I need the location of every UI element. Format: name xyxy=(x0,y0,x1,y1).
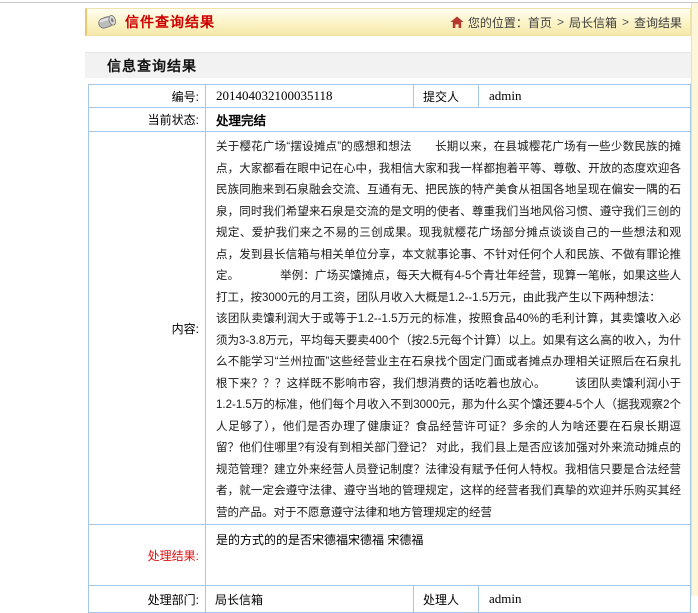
result-label: 处理结果: xyxy=(89,525,206,586)
mail-icon xyxy=(95,10,119,34)
result-value: 是的方式的的是否宋德福宋德福 宋德福 xyxy=(206,525,691,586)
page-edge-strip xyxy=(691,3,698,596)
content-paragraph-2: 该团队卖馕利润大于或等于1.2--1.5万元的标准，按照食品40%的毛利计算，其… xyxy=(216,309,681,524)
breadcrumb-current: 查询结果 xyxy=(634,14,682,31)
number-label: 编号: xyxy=(89,85,206,108)
breadcrumb-prefix: 您的位置： xyxy=(468,14,528,31)
handler-label: 处理人 xyxy=(414,586,479,613)
content-paragraph-1: 关于樱花广场“摆设摊点”的感想和想法 长期以来，在县城樱花广场有一些少数民族的摊… xyxy=(216,137,681,309)
breadcrumb-home[interactable]: 首页 xyxy=(528,14,552,31)
breadcrumb-separator: > xyxy=(622,15,629,29)
handler-value: admin xyxy=(479,586,691,613)
status-value: 处理完结 xyxy=(206,108,691,132)
content-column: 信件查询结果 您的位置： 首页 > 局长信箱 > 查询结果 信息查询结果 编号:… xyxy=(85,8,691,613)
table-row-result: 处理结果: 是的方式的的是否宋德福宋德福 宋德福 xyxy=(89,525,691,586)
section-title-bar: 信息查询结果 xyxy=(85,52,691,78)
table-row-department: 处理部门: 局长信箱 处理人 admin xyxy=(89,586,691,613)
table-row-number: 编号: 201404032100035118 提交人 admin xyxy=(89,85,691,108)
section-title: 信息查询结果 xyxy=(107,58,197,74)
department-label: 处理部门: xyxy=(89,586,206,613)
content-cell: 关于樱花广场“摆设摊点”的感想和想法 长期以来，在县城樱花广场有一些少数民族的摊… xyxy=(206,132,691,525)
department-value: 局长信箱 xyxy=(206,586,414,613)
header-bar: 信件查询结果 您的位置： 首页 > 局长信箱 > 查询结果 xyxy=(85,8,691,36)
table-row-content: 内容: 关于樱花广场“摆设摊点”的感想和想法 长期以来，在县城樱花广场有一些少数… xyxy=(89,132,691,525)
submitter-label: 提交人 xyxy=(414,85,479,108)
result-table: 编号: 201404032100035118 提交人 admin 当前状态: 处… xyxy=(88,84,691,613)
top-divider xyxy=(0,2,698,3)
breadcrumb-separator: > xyxy=(557,15,564,29)
breadcrumb: 您的位置： 首页 > 局长信箱 > 查询结果 xyxy=(450,14,682,31)
submitter-value: admin xyxy=(479,85,691,108)
breadcrumb-mailbox[interactable]: 局长信箱 xyxy=(569,14,617,31)
content-label: 内容: xyxy=(89,132,206,525)
table-row-status: 当前状态: 处理完结 xyxy=(89,108,691,132)
status-label: 当前状态: xyxy=(89,108,206,132)
number-value: 201404032100035118 xyxy=(206,85,414,108)
home-icon xyxy=(450,16,464,29)
page-title: 信件查询结果 xyxy=(125,12,215,32)
